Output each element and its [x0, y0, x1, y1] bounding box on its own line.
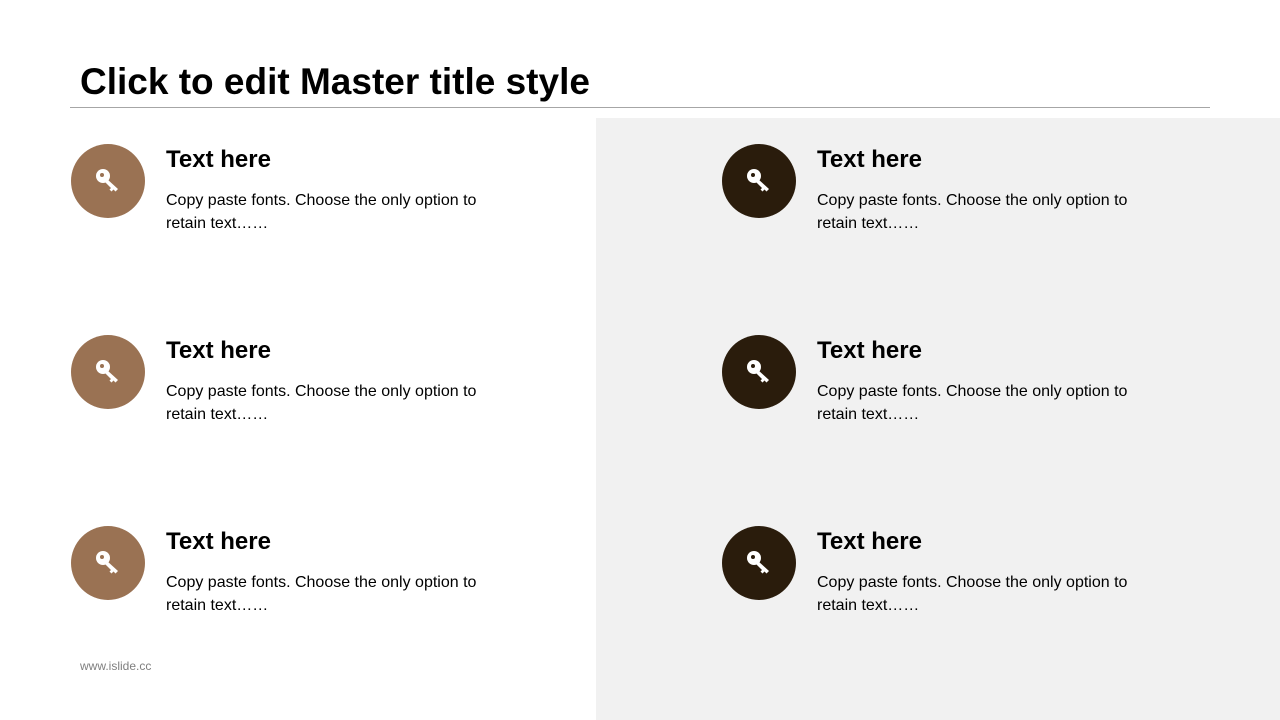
item-heading[interactable]: Text here — [817, 527, 922, 557]
feature-item-2[interactable]: Text here Copy paste fonts. Choose the o… — [71, 335, 531, 435]
footer-website: www.islide.cc — [80, 659, 152, 673]
title-divider — [70, 107, 1210, 108]
key-icon — [71, 144, 145, 218]
feature-item-5[interactable]: Text here Copy paste fonts. Choose the o… — [722, 335, 1182, 435]
item-description[interactable]: Copy paste fonts. Choose the only option… — [817, 571, 1157, 617]
item-description[interactable]: Copy paste fonts. Choose the only option… — [817, 380, 1157, 426]
item-heading[interactable]: Text here — [166, 336, 271, 366]
feature-item-3[interactable]: Text here Copy paste fonts. Choose the o… — [71, 526, 531, 626]
feature-item-4[interactable]: Text here Copy paste fonts. Choose the o… — [722, 144, 1182, 244]
item-heading[interactable]: Text here — [817, 336, 922, 366]
feature-item-6[interactable]: Text here Copy paste fonts. Choose the o… — [722, 526, 1182, 626]
feature-item-1[interactable]: Text here Copy paste fonts. Choose the o… — [71, 144, 531, 244]
item-description[interactable]: Copy paste fonts. Choose the only option… — [166, 189, 506, 235]
key-icon — [722, 526, 796, 600]
key-icon — [71, 335, 145, 409]
key-icon — [722, 144, 796, 218]
item-description[interactable]: Copy paste fonts. Choose the only option… — [817, 189, 1157, 235]
item-heading[interactable]: Text here — [166, 527, 271, 557]
key-icon — [71, 526, 145, 600]
item-description[interactable]: Copy paste fonts. Choose the only option… — [166, 380, 506, 426]
key-icon — [722, 335, 796, 409]
item-description[interactable]: Copy paste fonts. Choose the only option… — [166, 571, 506, 617]
item-heading[interactable]: Text here — [166, 145, 271, 175]
item-heading[interactable]: Text here — [817, 145, 922, 175]
slide-title[interactable]: Click to edit Master title style — [80, 60, 590, 104]
